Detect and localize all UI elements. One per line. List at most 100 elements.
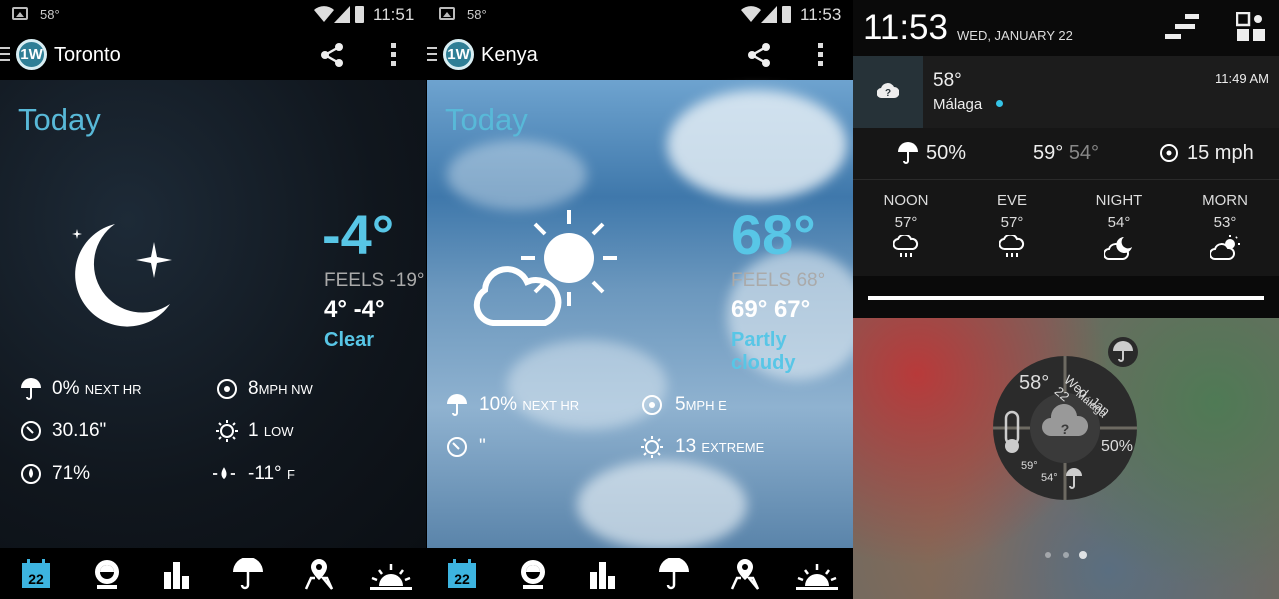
wind-detail: 8MPH NW (248, 378, 313, 399)
uv-detail: 1 LOW (248, 420, 294, 441)
calendar-day: 22 (28, 571, 44, 587)
weather-notification[interactable]: ? 58° Málaga 11:49 AM (853, 56, 1279, 128)
chart-icon[interactable] (161, 558, 193, 590)
share-icon[interactable] (319, 42, 345, 68)
unknown-weather-icon: ? (877, 83, 899, 99)
menu-icon[interactable] (0, 47, 10, 63)
sunrise-icon[interactable] (796, 558, 838, 590)
dewpoint-icon (213, 467, 235, 480)
forecast-period: EVE 57° (972, 192, 1052, 264)
calendar-day: 22 (454, 571, 470, 587)
notification-shade: 11:53 WED, JANUARY 22 ? 58° Málaga 11:49… (853, 0, 1279, 599)
current-temp: -4° (322, 203, 395, 266)
precip-detail: 10% NEXT HR (479, 394, 580, 415)
map-icon[interactable] (303, 558, 335, 590)
radar-icon[interactable] (91, 558, 123, 590)
umbrella-icon (898, 142, 918, 164)
share-icon[interactable] (746, 42, 772, 68)
shade-clock: 11:53 (863, 8, 948, 47)
period-name: EVE (996, 192, 1027, 209)
clear-night-icon (72, 224, 172, 327)
uv-icon (216, 420, 238, 442)
wind-icon (1160, 144, 1178, 162)
status-time: 11:53 (800, 5, 842, 24)
image-notification-icon (12, 7, 28, 20)
forecast-period: NIGHT 54° (1079, 192, 1159, 266)
period-name: NOON (883, 192, 929, 209)
wifi-icon (314, 6, 334, 22)
humidity-detail: 71% (52, 463, 91, 484)
overflow-menu-icon[interactable] (818, 43, 824, 67)
umbrella-icon[interactable] (658, 558, 690, 590)
widget-hi: 59° (1021, 460, 1038, 472)
widget-temp: 58° (1019, 372, 1050, 394)
umbrella-icon[interactable] (232, 558, 264, 590)
notification-icon-box: ? (853, 56, 923, 128)
chart-icon[interactable] (587, 558, 619, 590)
signal-icon (334, 6, 350, 23)
notification-time: 11:49 AM (1215, 71, 1269, 86)
app-bar: 1W Kenya (427, 30, 853, 80)
settings-toggle-icon[interactable] (1165, 12, 1199, 42)
sky-cloud (507, 340, 667, 430)
period-temp: 53° (1213, 214, 1237, 231)
weather-clock-widget[interactable]: ? 58° Wed, Jan 22 Málaga 50% 59° 54° (991, 354, 1139, 502)
period-temp: 54° (1107, 214, 1131, 231)
pressure-detail: 30.16" (52, 420, 107, 441)
bottom-nav: 22 (427, 548, 853, 599)
quick-settings-icon[interactable] (1236, 12, 1266, 42)
app-logo[interactable]: 1W (443, 39, 474, 70)
status-bar: 58° 11:51 (0, 0, 426, 30)
summary-precip: 50% (926, 142, 967, 164)
app-bar: 1W Toronto (0, 30, 426, 80)
kenya-screen: 58° 11:53 1W Kenya Today 68° FEELS 68° 6… (427, 0, 853, 599)
app-logo[interactable]: 1W (16, 39, 47, 70)
summary-row: 50% 59° 54° 15 mph (853, 128, 1279, 180)
precip-detail: 0% NEXT HR (52, 378, 142, 399)
current-temp: 68° (731, 203, 816, 266)
svg-text:?: ? (885, 88, 891, 99)
weather-content: Today 68° FEELS 68° 69° 67° Partly cloud… (427, 80, 853, 550)
calendar-icon[interactable]: 22 (20, 558, 52, 590)
svg-text:?: ? (1061, 421, 1070, 437)
period-name: MORN (1202, 192, 1248, 209)
menu-icon[interactable] (427, 47, 437, 63)
summary-wind: 15 mph (1187, 142, 1254, 164)
city-name[interactable]: Toronto (54, 44, 121, 67)
condition-text: Clear (324, 329, 375, 351)
period-name: NIGHT (1095, 192, 1143, 209)
toronto-screen: 58° 11:51 1W Toronto Today -4° FEELS -19… (0, 0, 426, 599)
rain-icon (998, 233, 1025, 257)
city-name[interactable]: Kenya (481, 44, 538, 67)
widget-lo: 54° (1041, 472, 1058, 484)
forecast-period: NOON 57° (866, 192, 946, 264)
sky-cloud (447, 140, 587, 210)
status-bar: 58° 11:53 (427, 0, 853, 30)
map-icon[interactable] (729, 558, 761, 590)
pressure-icon (21, 421, 41, 441)
pressure-detail: " (479, 436, 486, 457)
notification-city: Málaga (933, 96, 983, 113)
sky-cloud (667, 90, 847, 200)
forecast-period: MORN 53° (1185, 192, 1265, 266)
status-temp: 58° (467, 7, 487, 22)
calendar-icon[interactable]: 22 (446, 558, 478, 590)
page-indicator-active (1079, 551, 1087, 559)
notification-temp: 58° (933, 70, 962, 91)
status-time: 11:51 (373, 5, 415, 24)
widget-precip: 50% (1101, 438, 1134, 455)
sunrise-icon[interactable] (370, 558, 412, 590)
wifi-icon (741, 6, 761, 22)
hi-lo-temp: 69° 67° (731, 296, 811, 323)
condition-text: Partly cloudy (731, 329, 796, 374)
status-temp: 58° (40, 7, 60, 22)
period-temp: 57° (894, 214, 918, 231)
umbrella-icon (21, 378, 41, 400)
uv-icon (641, 436, 663, 458)
image-notification-icon (439, 7, 455, 20)
radar-icon[interactable] (517, 558, 549, 590)
uv-detail: 13 EXTREME (675, 436, 765, 457)
shade-handle[interactable] (868, 296, 1264, 300)
page-indicator (1045, 552, 1051, 558)
overflow-menu-icon[interactable] (391, 43, 397, 67)
